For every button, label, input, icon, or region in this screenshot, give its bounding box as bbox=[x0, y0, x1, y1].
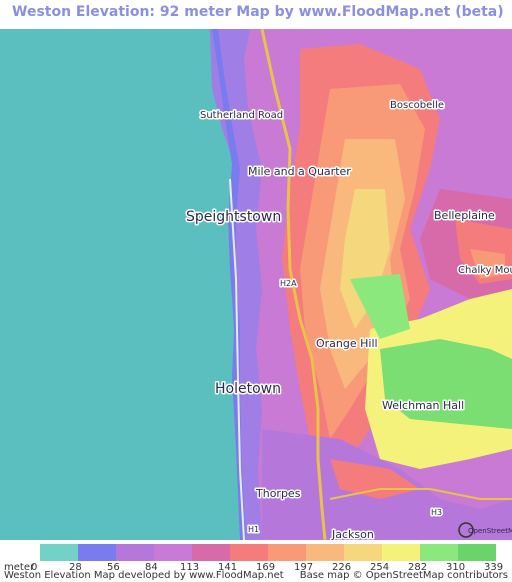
place-label: Belleplaine bbox=[434, 209, 495, 222]
place-label: Speightstown bbox=[186, 209, 281, 225]
footer-credit[interactable]: Weston Elevation Map developed by www.Fl… bbox=[4, 570, 284, 581]
place-label: Thorpes bbox=[255, 487, 301, 500]
elevation-legend: meter 0 28 56 84 113 141 169 197 226 254… bbox=[0, 540, 512, 582]
legend-swatch bbox=[382, 544, 420, 561]
legend-swatch bbox=[154, 544, 192, 561]
legend-swatch bbox=[420, 544, 458, 561]
legend-swatch bbox=[306, 544, 344, 561]
place-label: Sutherland Road bbox=[200, 110, 283, 121]
osm-watermark: OpenStreetMap bbox=[468, 527, 512, 535]
legend-swatch bbox=[230, 544, 268, 561]
place-label: Mile and a Quarter bbox=[248, 165, 351, 178]
legend-swatch bbox=[40, 544, 78, 561]
legend-swatch bbox=[78, 544, 116, 561]
place-label: Welchman Hall bbox=[382, 399, 464, 412]
road-shield: H2A bbox=[280, 279, 297, 288]
road-shield: H3 bbox=[431, 508, 442, 517]
legend-swatch bbox=[458, 544, 496, 561]
legend-swatch bbox=[192, 544, 230, 561]
legend-swatch bbox=[268, 544, 306, 561]
legend-swatch bbox=[344, 544, 382, 561]
place-label: Orange Hill bbox=[316, 337, 378, 350]
place-label: Jackson bbox=[331, 528, 374, 540]
place-label: Boscobelle bbox=[390, 100, 444, 111]
place-label: Chalky Mount bbox=[458, 265, 512, 276]
legend-swatch bbox=[116, 544, 154, 561]
elevation-map[interactable]: Boscobelle Sutherland Road Mile and a Qu… bbox=[0, 29, 512, 540]
title-bar: Weston Elevation: 92 meter Map by www.Fl… bbox=[0, 0, 512, 28]
road-shield: H1 bbox=[248, 525, 259, 534]
footer-attribution[interactable]: Base map © OpenStreetMap contributors bbox=[300, 570, 508, 581]
page-title: Weston Elevation: 92 meter Map by www.Fl… bbox=[12, 4, 504, 20]
place-label: Holetown bbox=[215, 381, 281, 397]
